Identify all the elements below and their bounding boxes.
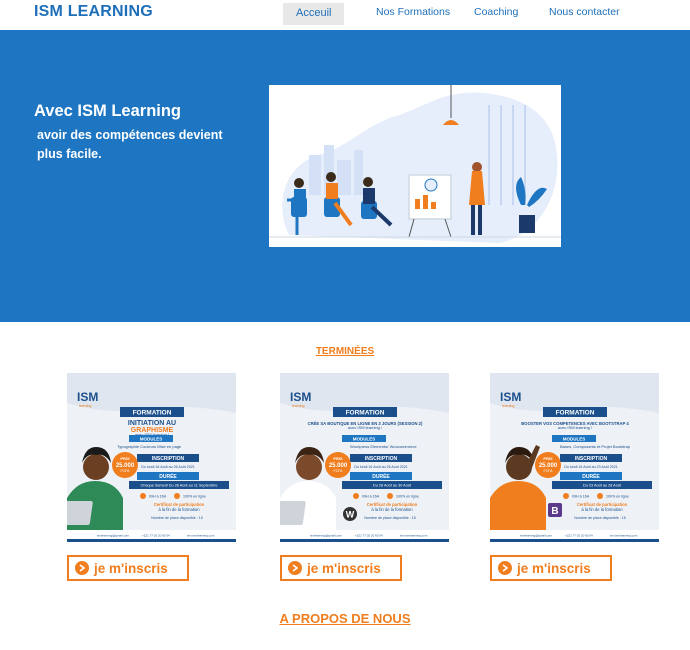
poster-price-label: PRIX: [120, 456, 130, 461]
poster-currency: FCFA: [544, 469, 554, 473]
poster-hours: 09H à 16H: [572, 495, 590, 499]
hero-banner: Avec ISM Learning avoir des compétences …: [0, 30, 690, 322]
poster-places: Nombre de place disponible : 15: [151, 516, 203, 520]
poster-modules-label: MODULES: [140, 437, 163, 442]
poster-email: ismlearning@gmail.com: [520, 534, 553, 538]
hero-title: Avec ISM Learning: [34, 102, 182, 120]
poster-inscription-label: INSCRIPTION: [365, 456, 398, 462]
nav-coaching[interactable]: Coaching: [474, 6, 518, 18]
section-title-a-propos[interactable]: A PROPOS DE NOUS: [0, 611, 690, 626]
course-card[interactable]: ISM learning FORMATION INITIATION AU GRA…: [67, 373, 236, 542]
arrow-right-icon: [288, 561, 302, 575]
arrow-right-icon: [75, 561, 89, 575]
poster-logo: ISM: [500, 390, 521, 404]
poster-mode: 100% en ligne: [396, 495, 419, 499]
poster-duree-label: DURÉE: [582, 472, 600, 480]
poster-modules: Wordpress Elementor Woocommerce: [350, 444, 417, 449]
poster-duree: Du 28 Août au 30 Août: [373, 484, 412, 488]
inscription-button-label: je m'inscris: [517, 560, 591, 576]
brand-logo[interactable]: ISM LEARNING: [34, 3, 153, 21]
poster-provider: avec ISM learning !: [558, 425, 592, 430]
poster-logo: ISM: [290, 390, 311, 404]
poster-inscription-label: INSCRIPTION: [152, 456, 185, 462]
poster-certificate-2: à la fin de la formation: [581, 507, 623, 512]
poster-inscription-label: INSCRIPTION: [575, 456, 608, 462]
course-poster: ISM learning FORMATION BOOSTER VOS COMPE…: [490, 373, 659, 542]
top-navbar: ISM LEARNING Acceuil Nos Formations Coac…: [0, 0, 690, 30]
poster-site: ism.ismlearning.com: [400, 534, 428, 538]
inscription-button[interactable]: je m'inscris: [280, 555, 402, 581]
svg-text:W: W: [346, 510, 355, 520]
course-poster: ISM learning FORMATION INITIATION AU GRA…: [67, 373, 236, 542]
poster-duree: Du 23 Août au 28 Août: [583, 484, 622, 488]
poster-logo-sub: learning: [292, 404, 305, 408]
poster-mode: 100% en ligne: [606, 495, 629, 499]
poster-logo: ISM: [77, 390, 98, 404]
arrow-right-icon: [498, 561, 512, 575]
poster-hours: 09H à 16H: [362, 495, 380, 499]
poster-modules-label: MODULES: [353, 437, 376, 442]
poster-email: ismlearning@gmail.com: [310, 534, 343, 538]
poster-duree: Chaque Samedi Du 28 Août au 11 Septembre: [141, 484, 218, 488]
poster-price-label: PRIX: [543, 456, 553, 461]
poster-formation-label: FORMATION: [556, 410, 595, 417]
hero-subtitle: avoir des compétences devient plus facil…: [37, 128, 223, 161]
poster-phone: +221 77 02 20 60 04: [565, 534, 593, 538]
poster-hours: 09H à 16H: [149, 495, 167, 499]
nav-acceuil[interactable]: Acceuil: [283, 3, 345, 25]
poster-modules: Typographie Couleurs Mise en page: [117, 444, 182, 449]
poster-duree-label: DURÉE: [372, 472, 390, 480]
inscription-button-label: je m'inscris: [94, 560, 168, 576]
nav-nos-formations[interactable]: Nos Formations: [376, 6, 450, 18]
poster-inscription: Du lundi 16 Août au 23 Août 2021: [564, 465, 618, 469]
poster-formation-label: FORMATION: [133, 410, 172, 417]
poster-duree-label: DURÉE: [159, 472, 177, 480]
poster-places: Nombre de place disponible : 15: [364, 516, 416, 520]
poster-phone: +221 77 02 20 60 04: [355, 534, 383, 538]
poster-course-title: INITIATION AU: [128, 420, 176, 427]
course-card[interactable]: ISM learning FORMATION CRÉE SA BOUTIQUE …: [280, 373, 449, 542]
hero-illustration: [269, 85, 561, 247]
poster-site: ism.ismlearning.com: [610, 534, 638, 538]
poster-formation-label: FORMATION: [346, 410, 385, 417]
svg-text:B: B: [551, 506, 558, 517]
poster-provider: avec ISM learning !: [348, 425, 382, 430]
poster-email: ismlearning@gmail.com: [97, 534, 130, 538]
poster-site: ism.ismlearning.com: [187, 534, 215, 538]
poster-modules-label: MODULES: [563, 437, 586, 442]
poster-currency: FCFA: [121, 469, 131, 473]
section-title-terminees[interactable]: TERMINÉES: [0, 346, 690, 357]
poster-certificate-2: à la fin de la formation: [158, 507, 200, 512]
poster-places: Nombre de place disponible : 15: [574, 516, 626, 520]
poster-logo-sub: learning: [502, 404, 515, 408]
poster-modules: Bases, Composants et Projet Bootstrap: [560, 444, 631, 449]
poster-currency: FCFA: [334, 469, 344, 473]
course-poster: ISM learning FORMATION CRÉE SA BOUTIQUE …: [280, 373, 449, 542]
poster-inscription: Du lundi 16 Août au 26 Août 2021: [354, 465, 408, 469]
poster-phone: +221 77 02 20 60 04: [142, 534, 170, 538]
inscription-button[interactable]: je m'inscris: [490, 555, 612, 581]
poster-logo-sub: learning: [79, 404, 92, 408]
poster-mode: 100% en ligne: [183, 495, 206, 499]
poster-price-label: PRIX: [333, 456, 343, 461]
inscription-button-label: je m'inscris: [307, 560, 381, 576]
poster-certificate-2: à la fin de la formation: [371, 507, 413, 512]
course-card[interactable]: ISM learning FORMATION BOOSTER VOS COMPE…: [490, 373, 659, 542]
poster-inscription: Du lundi 16 Août au 26 Août 2021: [141, 465, 195, 469]
nav-nous-contacter[interactable]: Nous contacter: [549, 6, 620, 18]
inscription-button[interactable]: je m'inscris: [67, 555, 189, 581]
